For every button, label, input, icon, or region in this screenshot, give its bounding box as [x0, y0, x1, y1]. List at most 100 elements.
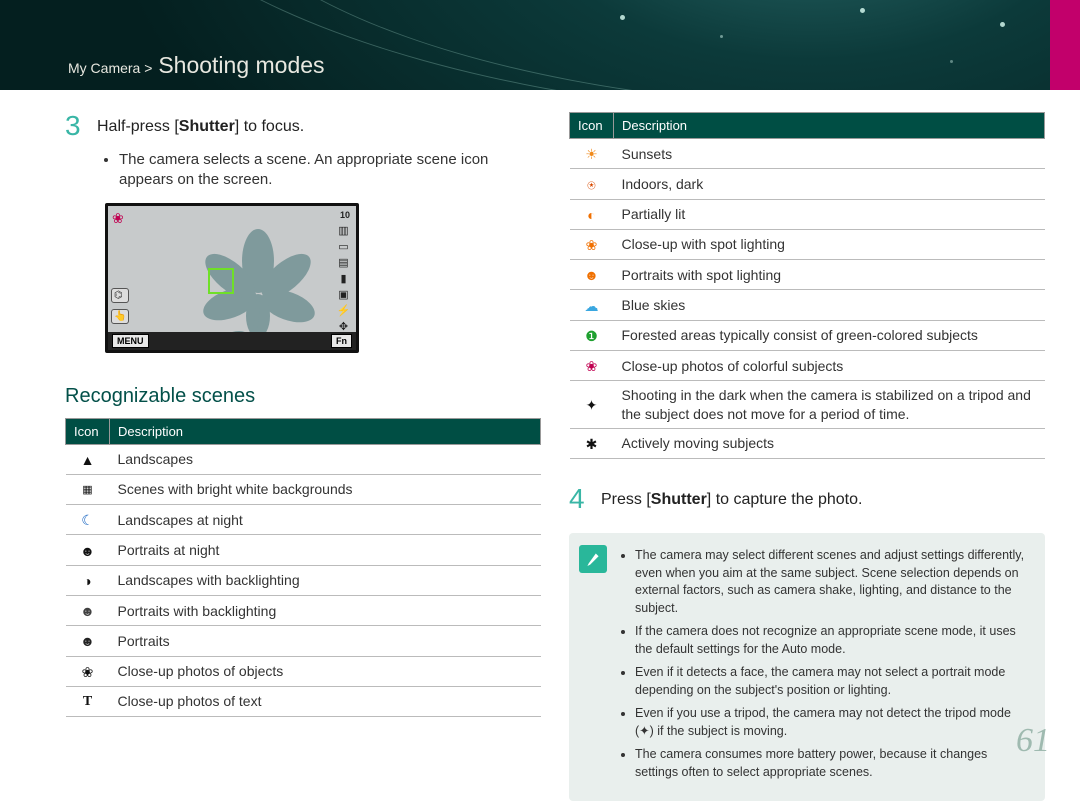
step-3: 3 Half-press [Shutter] to focus.: [65, 112, 541, 140]
notes-list: The camera may select different scenes a…: [619, 547, 1029, 781]
table-row: ☀ Sunsets: [570, 139, 1045, 169]
table-row: ◐ Partially lit: [570, 199, 1045, 229]
scenes-table-right: Icon Description ☀Sunsets⍟Indoors, dark◐…: [569, 112, 1045, 459]
scene-desc: Portraits with spot lighting: [614, 260, 1045, 290]
scene-icon-cell: ☻: [570, 260, 614, 290]
step-4: 4 Press [Shutter] to capture the photo.: [569, 485, 1045, 513]
table-row: ✦ Shooting in the dark when the camera is…: [570, 381, 1045, 428]
scene-icon-cell: ☀: [570, 139, 614, 169]
table-row: ❀Close-up photos of colorful subjects: [570, 351, 1045, 381]
pen-icon: [579, 545, 607, 573]
right-column: Icon Description ☀Sunsets⍟Indoors, dark◐…: [569, 112, 1045, 801]
col-desc: Description: [614, 113, 1045, 139]
table-row: ▲ Landscapes: [66, 444, 541, 474]
scene-icon: ❶: [583, 327, 601, 345]
scene-icon-cell: ❶: [570, 320, 614, 350]
step-text: Half-press [Shutter] to focus.: [97, 112, 304, 140]
scene-icon-cell: ❀: [570, 351, 614, 381]
scene-icon: ☻: [583, 266, 601, 284]
section-heading: Recognizable scenes: [65, 385, 541, 408]
scene-icon-cell: ▦: [66, 474, 110, 504]
scene-icon-cell: ☾: [66, 505, 110, 535]
scene-icon-cell: ☻: [66, 626, 110, 656]
scene-desc: Blue skies: [614, 290, 1045, 320]
scene-icon: ◐: [583, 206, 601, 224]
table-row: ▦Scenes with bright white backgrounds: [66, 474, 541, 504]
page-number: 61: [1016, 722, 1050, 760]
breadcrumb-parent: My Camera >: [68, 60, 152, 76]
scene-icon: ☻: [79, 633, 97, 651]
side-tab: [1050, 0, 1080, 90]
scene-desc: Actively moving subjects: [614, 428, 1045, 458]
table-row: ☻ Portraits with spot lighting: [570, 260, 1045, 290]
step-number: 4: [569, 485, 589, 513]
col-icon: Icon: [570, 113, 614, 139]
camera-lcd-screenshot: 10 ▥ ▭ ▤ ▮ ▣ ⚡ ✥ ⌬ 👆: [105, 203, 359, 353]
fn-button: Fn: [331, 334, 352, 348]
scene-icon: ☀: [583, 145, 601, 163]
scene-desc: Partially lit: [614, 199, 1045, 229]
scene-desc: Landscapes at night: [110, 505, 541, 535]
scene-desc: Portraits: [110, 626, 541, 656]
step-3-bullet: The camera selects a scene. An appropria…: [119, 150, 541, 191]
page-header: My Camera > Shooting modes: [0, 0, 1080, 90]
scene-icon-cell: T: [66, 686, 110, 716]
table-row: ☻ Portraits at night: [66, 535, 541, 565]
scene-icon: ✱: [583, 435, 601, 453]
scene-icon: ❀: [79, 663, 97, 681]
scene-icon: ☻: [79, 542, 97, 560]
table-row: ◑ Landscapes with backlighting: [66, 565, 541, 595]
breadcrumb: My Camera > Shooting modes: [68, 52, 325, 79]
scene-icon-cell: ◑: [66, 565, 110, 595]
scene-desc: Shooting in the dark when the camera is …: [614, 381, 1045, 428]
scene-icon: ☾: [79, 511, 97, 529]
scene-icon: ❀: [583, 357, 601, 375]
scene-desc: Indoors, dark: [614, 169, 1045, 199]
scene-desc: Close-up with spot lighting: [614, 229, 1045, 259]
scene-desc: Sunsets: [614, 139, 1045, 169]
scene-desc: Portraits with backlighting: [110, 595, 541, 625]
scene-desc: Close-up photos of text: [110, 686, 541, 716]
scene-icon-cell: ✦: [570, 381, 614, 428]
menu-button: MENU: [112, 334, 149, 348]
step-text: Press [Shutter] to capture the photo.: [601, 485, 862, 513]
note-item: Even if you use a tripod, the camera may…: [635, 705, 1029, 740]
table-row: ☁ Blue skies: [570, 290, 1045, 320]
scene-icon-cell: ❀: [66, 656, 110, 686]
note-item: The camera may select different scenes a…: [635, 547, 1029, 617]
scene-desc: Landscapes: [110, 444, 541, 474]
scene-icon: ▲: [79, 451, 97, 469]
col-desc: Description: [110, 418, 541, 444]
scene-icon-cell: ☁: [570, 290, 614, 320]
scene-icon: ❀: [583, 236, 601, 254]
table-row: ❶Forested areas typically consist of gre…: [570, 320, 1045, 350]
table-row: ❀ Close-up with spot lighting: [570, 229, 1045, 259]
table-row: ☾ Landscapes at night: [66, 505, 541, 535]
scene-icon-cell: ☻: [66, 535, 110, 565]
scene-icon-cell: ✱: [570, 428, 614, 458]
scenes-table-left: Icon Description ▲Landscapes▦Scenes with…: [65, 418, 541, 718]
left-column: 3 Half-press [Shutter] to focus. The cam…: [65, 112, 541, 801]
scene-icon-cell: ☻: [66, 595, 110, 625]
scene-icon: ◑: [79, 572, 97, 590]
scene-icon: ☻: [79, 602, 97, 620]
note-item: The camera consumes more battery power, …: [635, 746, 1029, 781]
table-row: ☻ Portraits: [66, 626, 541, 656]
scene-icon-cell: ◐: [570, 199, 614, 229]
scene-desc: Portraits at night: [110, 535, 541, 565]
scene-icon: ☁: [583, 297, 601, 315]
table-row: TClose-up photos of text: [66, 686, 541, 716]
focus-box: [208, 268, 234, 294]
scene-icon: ▦: [79, 481, 97, 499]
scene-desc: Close-up photos of objects: [110, 656, 541, 686]
lcd-bottom-bar: MENU Fn: [108, 332, 356, 350]
table-row: ⍟Indoors, dark: [570, 169, 1045, 199]
table-row: ❀ Close-up photos of objects: [66, 656, 541, 686]
scene-desc: Landscapes with backlighting: [110, 565, 541, 595]
scene-icon: ✦: [583, 396, 601, 414]
note-item: Even if it detects a face, the camera ma…: [635, 664, 1029, 699]
step-number: 3: [65, 112, 85, 140]
scene-icon-cell: ❀: [570, 229, 614, 259]
scene-icon-cell: ⍟: [570, 169, 614, 199]
table-row: ☻ Portraits with backlighting: [66, 595, 541, 625]
